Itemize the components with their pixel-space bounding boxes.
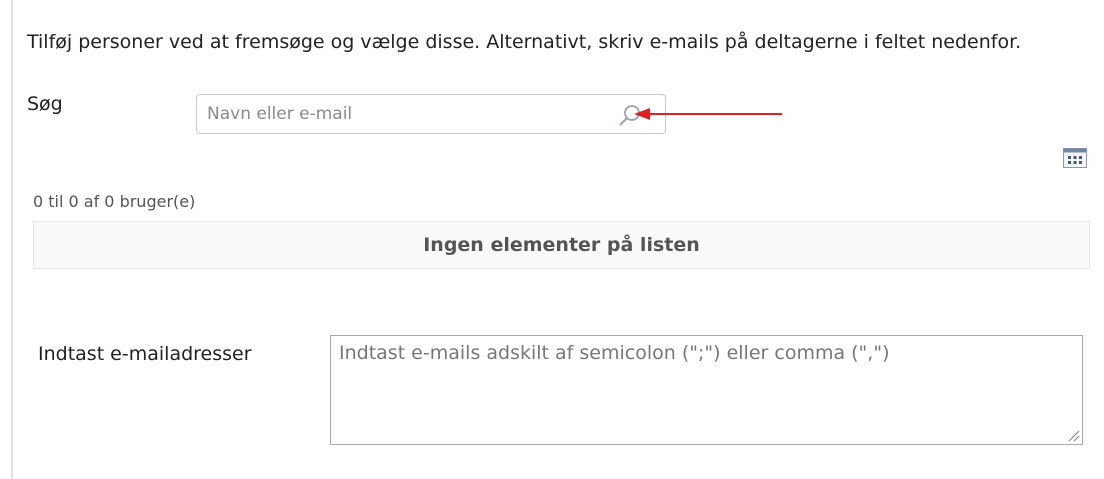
- search-label: Søg: [27, 93, 63, 115]
- search-input[interactable]: [207, 101, 607, 127]
- panel-border: [11, 0, 13, 479]
- email-textarea[interactable]: [330, 335, 1083, 445]
- grid-view-icon[interactable]: [1063, 148, 1087, 168]
- email-label: Indtast e-mailadresser: [38, 343, 252, 365]
- search-field[interactable]: [196, 94, 666, 134]
- empty-list-message: Ingen elementer på listen: [33, 221, 1090, 269]
- add-participants-panel: Tilføj personer ved at fremsøge og vælge…: [0, 0, 1104, 479]
- resize-handle-icon[interactable]: [1066, 428, 1080, 442]
- results-count: 0 til 0 af 0 bruger(e): [33, 192, 196, 211]
- red-arrow-annotation: [634, 108, 782, 120]
- instructions-text: Tilføj personer ved at fremsøge og vælge…: [27, 31, 1022, 53]
